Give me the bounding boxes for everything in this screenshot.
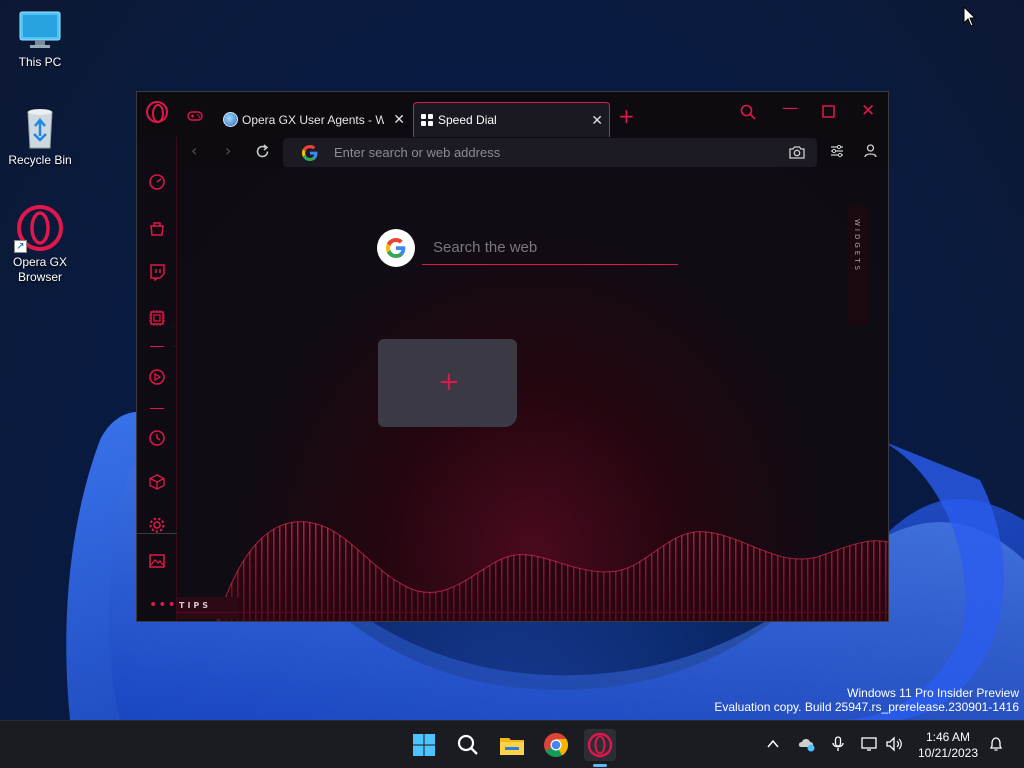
history-icon[interactable] xyxy=(148,429,166,447)
windows-start-icon[interactable] xyxy=(408,729,440,761)
windows-watermark: Windows 11 Pro Insider Preview Evaluatio… xyxy=(714,686,1019,714)
forward-button[interactable]: › xyxy=(225,141,231,160)
google-icon xyxy=(386,238,406,258)
add-speed-dial-button[interactable]: + xyxy=(378,339,517,427)
bottom-accent-line xyxy=(177,612,888,613)
notification-bell-icon[interactable] xyxy=(988,736,1004,752)
title-bar: Opera GX User Agents - Wi ✕ Speed Dial ✕… xyxy=(137,92,888,137)
easy-setup-icon[interactable] xyxy=(830,144,844,158)
search-placeholder: Search the web xyxy=(433,239,538,256)
network-icon[interactable] xyxy=(861,736,879,752)
waveform-decoration xyxy=(216,521,888,621)
desktop-icon-opera-gx[interactable]: ↗ Opera GX Browser xyxy=(0,204,80,285)
address-placeholder: Enter search or web address xyxy=(334,145,501,160)
close-window-button[interactable]: ✕ xyxy=(861,101,875,121)
address-toolbar: ‹ › Enter search or web address xyxy=(177,137,888,167)
close-tab-icon[interactable]: ✕ xyxy=(393,111,405,128)
back-button[interactable]: ‹ xyxy=(191,141,197,160)
widgets-panel-toggle[interactable]: WIDGETS xyxy=(848,205,868,325)
file-explorer-icon[interactable] xyxy=(496,729,528,761)
speed-dial-page: Search the web + WIDGETS xyxy=(177,167,888,621)
plus-icon: + xyxy=(438,367,460,397)
minimize-button[interactable]: — xyxy=(782,98,798,117)
play-icon[interactable] xyxy=(148,368,166,386)
active-app-indicator xyxy=(593,764,607,767)
tips-button[interactable]: TIPS xyxy=(177,597,239,619)
microphone-icon[interactable] xyxy=(832,736,844,752)
more-icon[interactable]: ••• xyxy=(149,597,177,613)
tab-opera-gx-user-agents[interactable]: Opera GX User Agents - Wi ✕ xyxy=(217,102,411,137)
google-logo xyxy=(377,229,415,267)
new-tab-button[interactable]: + xyxy=(618,104,635,128)
sidebar-separator xyxy=(150,346,164,347)
watermark-line-1: Windows 11 Pro Insider Preview xyxy=(847,686,1019,700)
maximize-button[interactable] xyxy=(822,105,835,118)
settings-icon[interactable] xyxy=(148,516,166,534)
opera-gx-menu-icon[interactable] xyxy=(146,101,168,123)
chrome-icon[interactable] xyxy=(540,729,572,761)
mouse-cursor-icon xyxy=(963,6,977,27)
opera-gx-taskbar-button[interactable] xyxy=(584,729,616,761)
widgets-label: WIDGETS xyxy=(853,219,861,273)
tab-title: Speed Dial xyxy=(438,113,497,127)
recycle-bin-icon xyxy=(27,109,53,149)
onedrive-icon[interactable] xyxy=(797,736,817,752)
desktop-icon-label: Opera GX Browser xyxy=(12,255,68,284)
clock-time: 1:46 AM xyxy=(925,730,971,744)
chevron-up-icon[interactable] xyxy=(767,739,779,749)
reload-button[interactable] xyxy=(255,144,270,159)
google-icon xyxy=(302,144,318,161)
globe-icon xyxy=(223,112,238,127)
volume-icon[interactable] xyxy=(885,736,903,752)
shortcut-arrow-icon: ↗ xyxy=(14,240,27,253)
sidebar-bottom-divider xyxy=(137,533,177,534)
sidebar: ••• xyxy=(137,137,177,621)
desktop-icon-label: This PC xyxy=(18,55,62,69)
gallery-icon[interactable] xyxy=(148,552,166,570)
opera-gx-window: Opera GX User Agents - Wi ✕ Speed Dial ✕… xyxy=(136,91,889,622)
sidebar-separator xyxy=(150,408,164,409)
tips-label: TIPS xyxy=(179,601,212,610)
speedometer-icon[interactable] xyxy=(148,173,166,191)
desktop-icon-recycle-bin[interactable]: Recycle Bin xyxy=(0,106,80,168)
close-tab-icon[interactable]: ✕ xyxy=(591,112,603,129)
monitor-icon xyxy=(19,11,61,48)
camera-icon[interactable] xyxy=(789,145,805,159)
grid-icon xyxy=(421,114,433,126)
cube-icon[interactable] xyxy=(148,473,166,491)
desktop-icon-this-pc[interactable]: This PC xyxy=(0,8,80,70)
watermark-line-2: Evaluation copy. Build 25947.rs_prerelea… xyxy=(714,700,1019,714)
search-tabs-icon[interactable] xyxy=(740,104,756,120)
search-icon[interactable] xyxy=(452,729,484,761)
system-clock[interactable]: 1:46 AM 10/21/2023 xyxy=(916,729,980,761)
clock-date: 10/21/2023 xyxy=(917,746,979,760)
opera-gx-icon xyxy=(587,732,613,758)
taskbar: 1:46 AM 10/21/2023 xyxy=(0,720,1024,768)
tab-speed-dial[interactable]: Speed Dial ✕ xyxy=(413,102,610,137)
desktop-icon-label: Recycle Bin xyxy=(8,153,72,167)
tab-title: Opera GX User Agents - Wi xyxy=(242,112,384,127)
gamepad-icon[interactable] xyxy=(187,110,203,122)
address-bar[interactable]: Enter search or web address xyxy=(283,138,817,167)
profile-icon[interactable] xyxy=(864,144,877,158)
web-search-input[interactable]: Search the web xyxy=(422,227,678,265)
twitch-icon[interactable] xyxy=(148,263,166,281)
cpu-icon[interactable] xyxy=(148,309,166,327)
shopping-icon[interactable] xyxy=(148,219,166,237)
